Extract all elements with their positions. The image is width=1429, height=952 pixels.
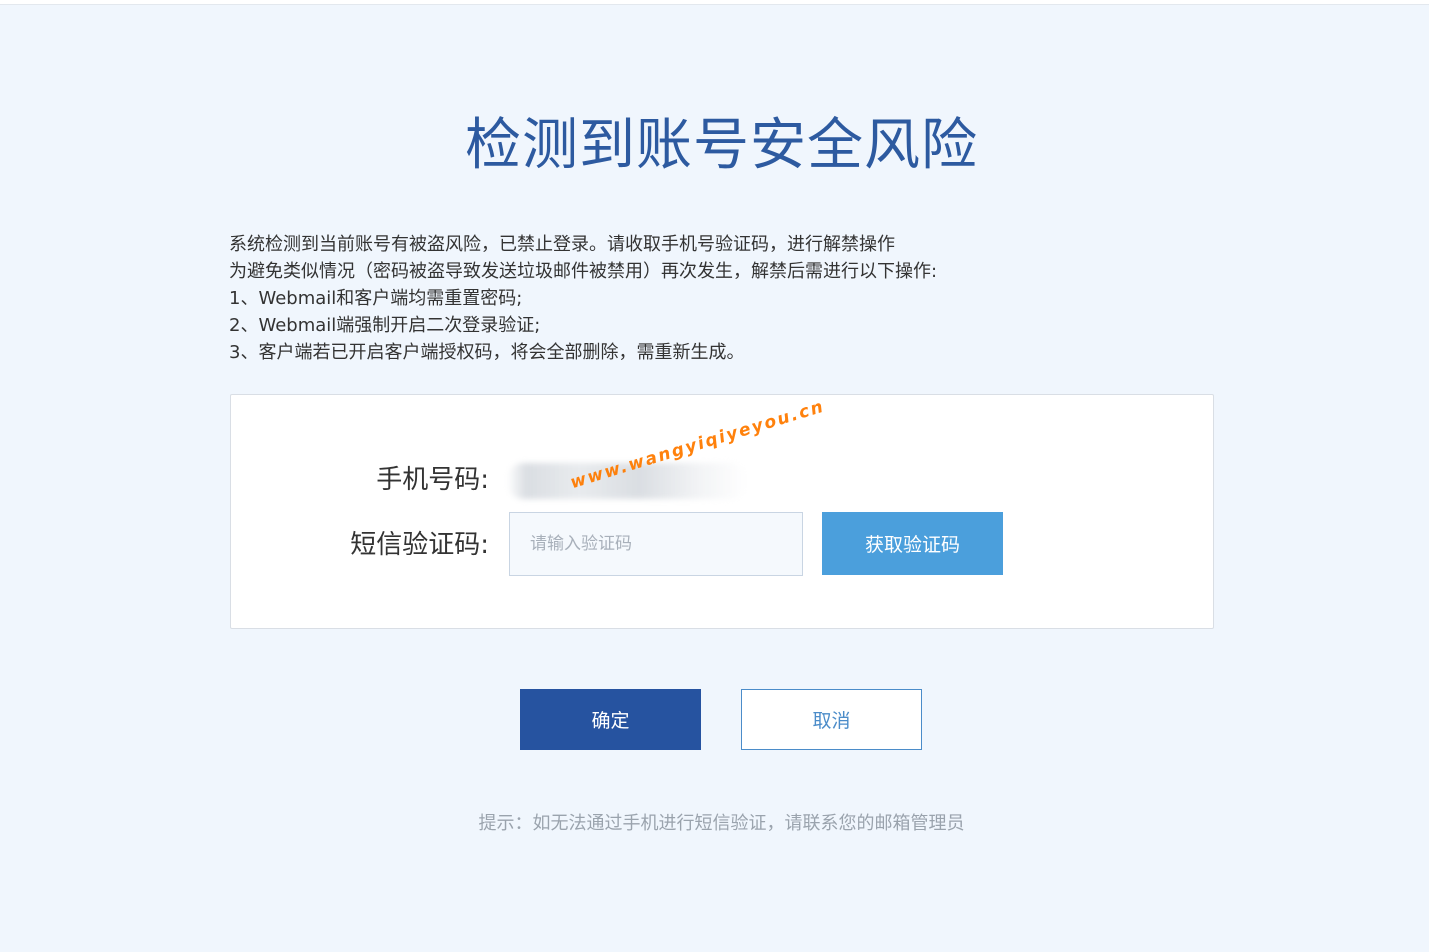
sms-code-label: 短信验证码:	[350, 530, 489, 560]
notice-line: 系统检测到当前账号有被盗风险，已禁止登录。请收取手机号验证码，进行解禁操作	[229, 234, 895, 255]
top-border	[0, 0, 1429, 5]
page-title: 检测到账号安全风险	[465, 113, 978, 178]
notice-line: 2、Webmail端强制开启二次登录验证;	[229, 315, 541, 336]
hint-text: 提示：如无法通过手机进行短信验证，请联系您的邮箱管理员	[478, 813, 965, 834]
phone-label: 手机号码:	[376, 465, 489, 495]
get-code-button[interactable]: 获取验证码	[822, 512, 1003, 575]
notice-line: 1、Webmail和客户端均需重置密码;	[229, 288, 523, 309]
sms-code-input[interactable]	[509, 512, 803, 576]
notice-line: 为避免类似情况（密码被盗导致发送垃圾邮件被禁用）再次发生，解禁后需进行以下操作:	[229, 261, 938, 282]
confirm-button[interactable]: 确定	[520, 689, 701, 750]
security-notice: 系统检测到当前账号有被盗风险，已禁止登录。请收取手机号验证码，进行解禁操作 为避…	[229, 231, 1229, 366]
notice-line: 3、客户端若已开启客户端授权码，将会全部删除，需重新生成。	[229, 342, 745, 363]
cancel-button[interactable]: 取消	[741, 689, 922, 750]
